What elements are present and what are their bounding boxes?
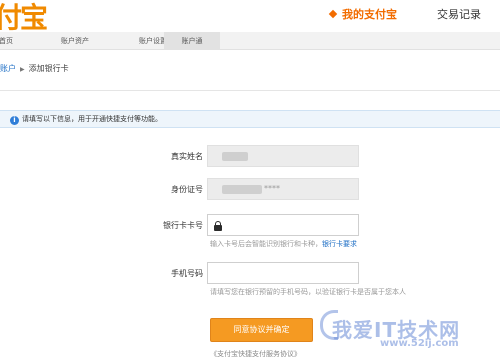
nav-my-alipay[interactable]: 我的支付宝 (328, 6, 397, 22)
lock-icon (214, 221, 222, 231)
id-number-label: 身份证号 (171, 185, 203, 194)
card-number-label: 银行卡卡号 (163, 221, 203, 230)
real-name-field (207, 145, 359, 167)
tab-home[interactable]: 首页 (0, 32, 24, 50)
nav-my-alipay-label: 我的支付宝 (342, 8, 397, 21)
masked-id-prefix (222, 185, 262, 194)
breadcrumb-parent[interactable]: 账户 (0, 64, 16, 73)
card-requirements-link[interactable]: 银行卡要求 (322, 240, 357, 248)
masked-name (222, 152, 248, 161)
info-notice: i 请填写以下信息，用于开通快捷支付等功能。 (0, 110, 500, 128)
nav-trade-records[interactable]: 交易记录 (437, 6, 481, 22)
watermark-url: www.52ij.com (380, 338, 459, 349)
card-hint: 输入卡号后会智能识别银行和卡种，银行卡要求 (210, 239, 357, 249)
notice-text: 请填写以下信息，用于开通快捷支付等功能。 (22, 115, 162, 123)
card-hint-text: 输入卡号后会智能识别银行和卡种， (210, 240, 322, 248)
tab-account-assets[interactable]: 账户资产 (40, 32, 110, 50)
top-header: 付宝 我的支付宝 交易记录 (0, 0, 500, 34)
diamond-icon (328, 9, 338, 19)
phone-label: 手机号码 (171, 269, 203, 278)
divider (0, 90, 500, 91)
agreement-link[interactable]: 《支付宝快捷支付服务协议》 (210, 349, 301, 359)
watermark: 我爱IT技术网 www.52ij.com (320, 310, 500, 357)
phone-input[interactable] (207, 262, 359, 284)
phone-hint: 请填写您在银行预留的手机号码，以验证银行卡是否属于您本人 (210, 288, 406, 296)
breadcrumb: 账户 ▶ 添加银行卡 (0, 58, 69, 80)
real-name-label: 真实姓名 (171, 152, 203, 161)
breadcrumb-current: 添加银行卡 (28, 64, 69, 73)
breadcrumb-arrow-icon: ▶ (20, 66, 25, 73)
alipay-logo[interactable]: 付宝 (0, 0, 48, 36)
tab-bar: 首页 账户资产 账户设置 账户通 (0, 32, 500, 50)
tab-account-pass[interactable]: 账户通 (164, 32, 220, 50)
agree-and-confirm-button[interactable]: 同意协议并确定 (210, 318, 313, 342)
id-number-value: **** (264, 184, 280, 193)
id-number-field: **** (207, 178, 359, 200)
card-number-input[interactable] (207, 214, 359, 236)
info-icon: i (10, 116, 19, 125)
